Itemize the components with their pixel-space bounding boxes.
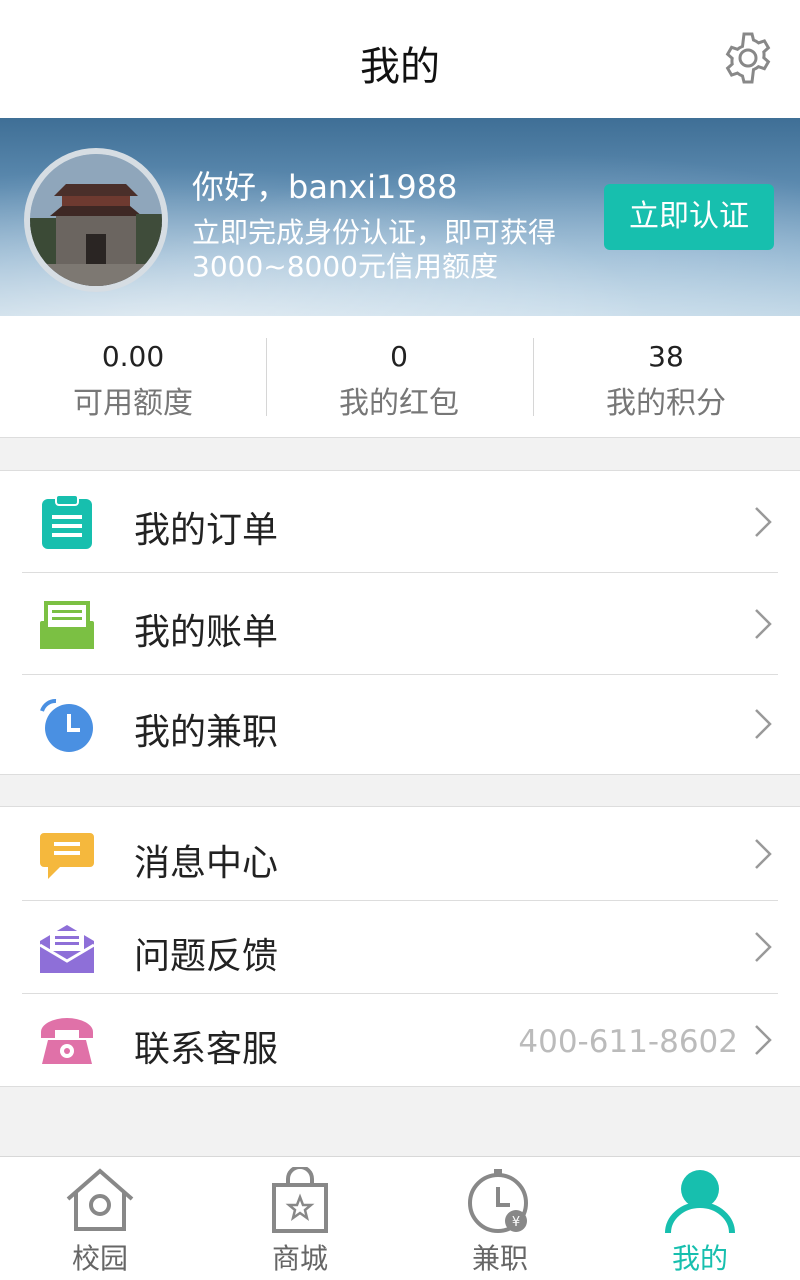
chevron-right-icon <box>755 839 772 869</box>
menu-item-label: 联系客服 <box>134 1029 279 1070</box>
greeting-text: 你好，banxi1988 <box>192 168 458 206</box>
service-phone-number[interactable]: 400-611-8602 <box>518 1024 738 1060</box>
menu-item-my-orders[interactable]: 我的订单 <box>0 471 800 573</box>
stats-bar: 0.00 可用额度 0 我的红包 38 我的积分 <box>0 316 800 438</box>
svg-text:¥: ¥ <box>512 1215 520 1230</box>
chevron-right-icon <box>755 609 772 639</box>
menu-item-label: 消息中心 <box>134 843 279 884</box>
chevron-right-icon <box>755 507 772 537</box>
tab-mall[interactable]: 商城 <box>200 1157 400 1280</box>
clock-yen-icon: ¥ <box>468 1169 528 1233</box>
tab-label: 校园 <box>71 1242 128 1275</box>
bottom-tab-bar: 校园 商城 ¥ 兼职 我的 <box>0 1156 800 1280</box>
menu-item-feedback[interactable]: 问题反馈 <box>0 901 800 994</box>
alarm-clock-icon <box>40 699 93 752</box>
stat-value: 0 <box>390 340 408 373</box>
tab-label: 兼职 <box>471 1242 528 1275</box>
person-icon <box>665 1170 735 1234</box>
menu-item-message-center[interactable]: 消息中心 <box>0 807 800 901</box>
tab-label: 商城 <box>271 1242 328 1275</box>
verification-promo-text: 立即完成身份认证，即可获得3000~8000元信用额度 <box>192 216 557 283</box>
mail-feedback-icon <box>39 925 95 973</box>
stat-available-credit[interactable]: 0.00 可用额度 <box>0 316 266 438</box>
menu-item-label: 我的订单 <box>134 510 279 551</box>
menu-item-label: 我的兼职 <box>134 712 279 753</box>
stat-value: 0.00 <box>101 340 165 373</box>
tab-mine[interactable]: 我的 <box>600 1157 800 1280</box>
stat-value: 38 <box>648 340 684 373</box>
home-icon <box>66 1168 134 1231</box>
menu-item-my-jobs[interactable]: 我的兼职 <box>0 675 800 775</box>
bill-tray-icon <box>40 601 94 649</box>
tab-campus[interactable]: 校园 <box>0 1157 200 1280</box>
top-bar: 我的 <box>0 0 800 118</box>
shopping-bag-icon <box>272 1167 328 1233</box>
chevron-right-icon <box>755 932 772 962</box>
menu-item-label: 我的账单 <box>134 612 279 653</box>
stat-points[interactable]: 38 我的积分 <box>533 316 799 438</box>
avatar[interactable] <box>24 148 168 292</box>
profile-banner: 你好，banxi1988 立即完成身份认证，即可获得3000~8000元信用额度… <box>0 118 800 316</box>
gear-icon[interactable] <box>720 30 776 86</box>
chevron-right-icon <box>755 709 772 739</box>
stat-red-packets[interactable]: 0 我的红包 <box>266 316 532 438</box>
page-title: 我的 <box>360 44 440 90</box>
stat-label: 我的积分 <box>606 386 726 421</box>
chat-bubble-icon <box>40 833 94 879</box>
stat-label: 我的红包 <box>339 386 459 421</box>
verify-identity-button[interactable]: 立即认证 <box>604 184 774 250</box>
menu-item-customer-service[interactable]: 联系客服 400-611-8602 <box>0 994 800 1087</box>
menu-group-orders: 我的订单 我的账单 我的兼职 <box>0 470 800 775</box>
menu-item-label: 问题反馈 <box>134 936 279 977</box>
tab-part-time[interactable]: ¥ 兼职 <box>400 1157 600 1280</box>
stat-label: 可用额度 <box>73 386 193 421</box>
tab-label: 我的 <box>671 1242 728 1275</box>
clipboard-icon <box>42 494 92 549</box>
telephone-icon <box>41 1018 93 1064</box>
chevron-right-icon <box>755 1025 772 1055</box>
menu-item-my-bills[interactable]: 我的账单 <box>0 573 800 675</box>
menu-group-support: 消息中心 问题反馈 联系客服 400-611-8602 <box>0 806 800 1087</box>
